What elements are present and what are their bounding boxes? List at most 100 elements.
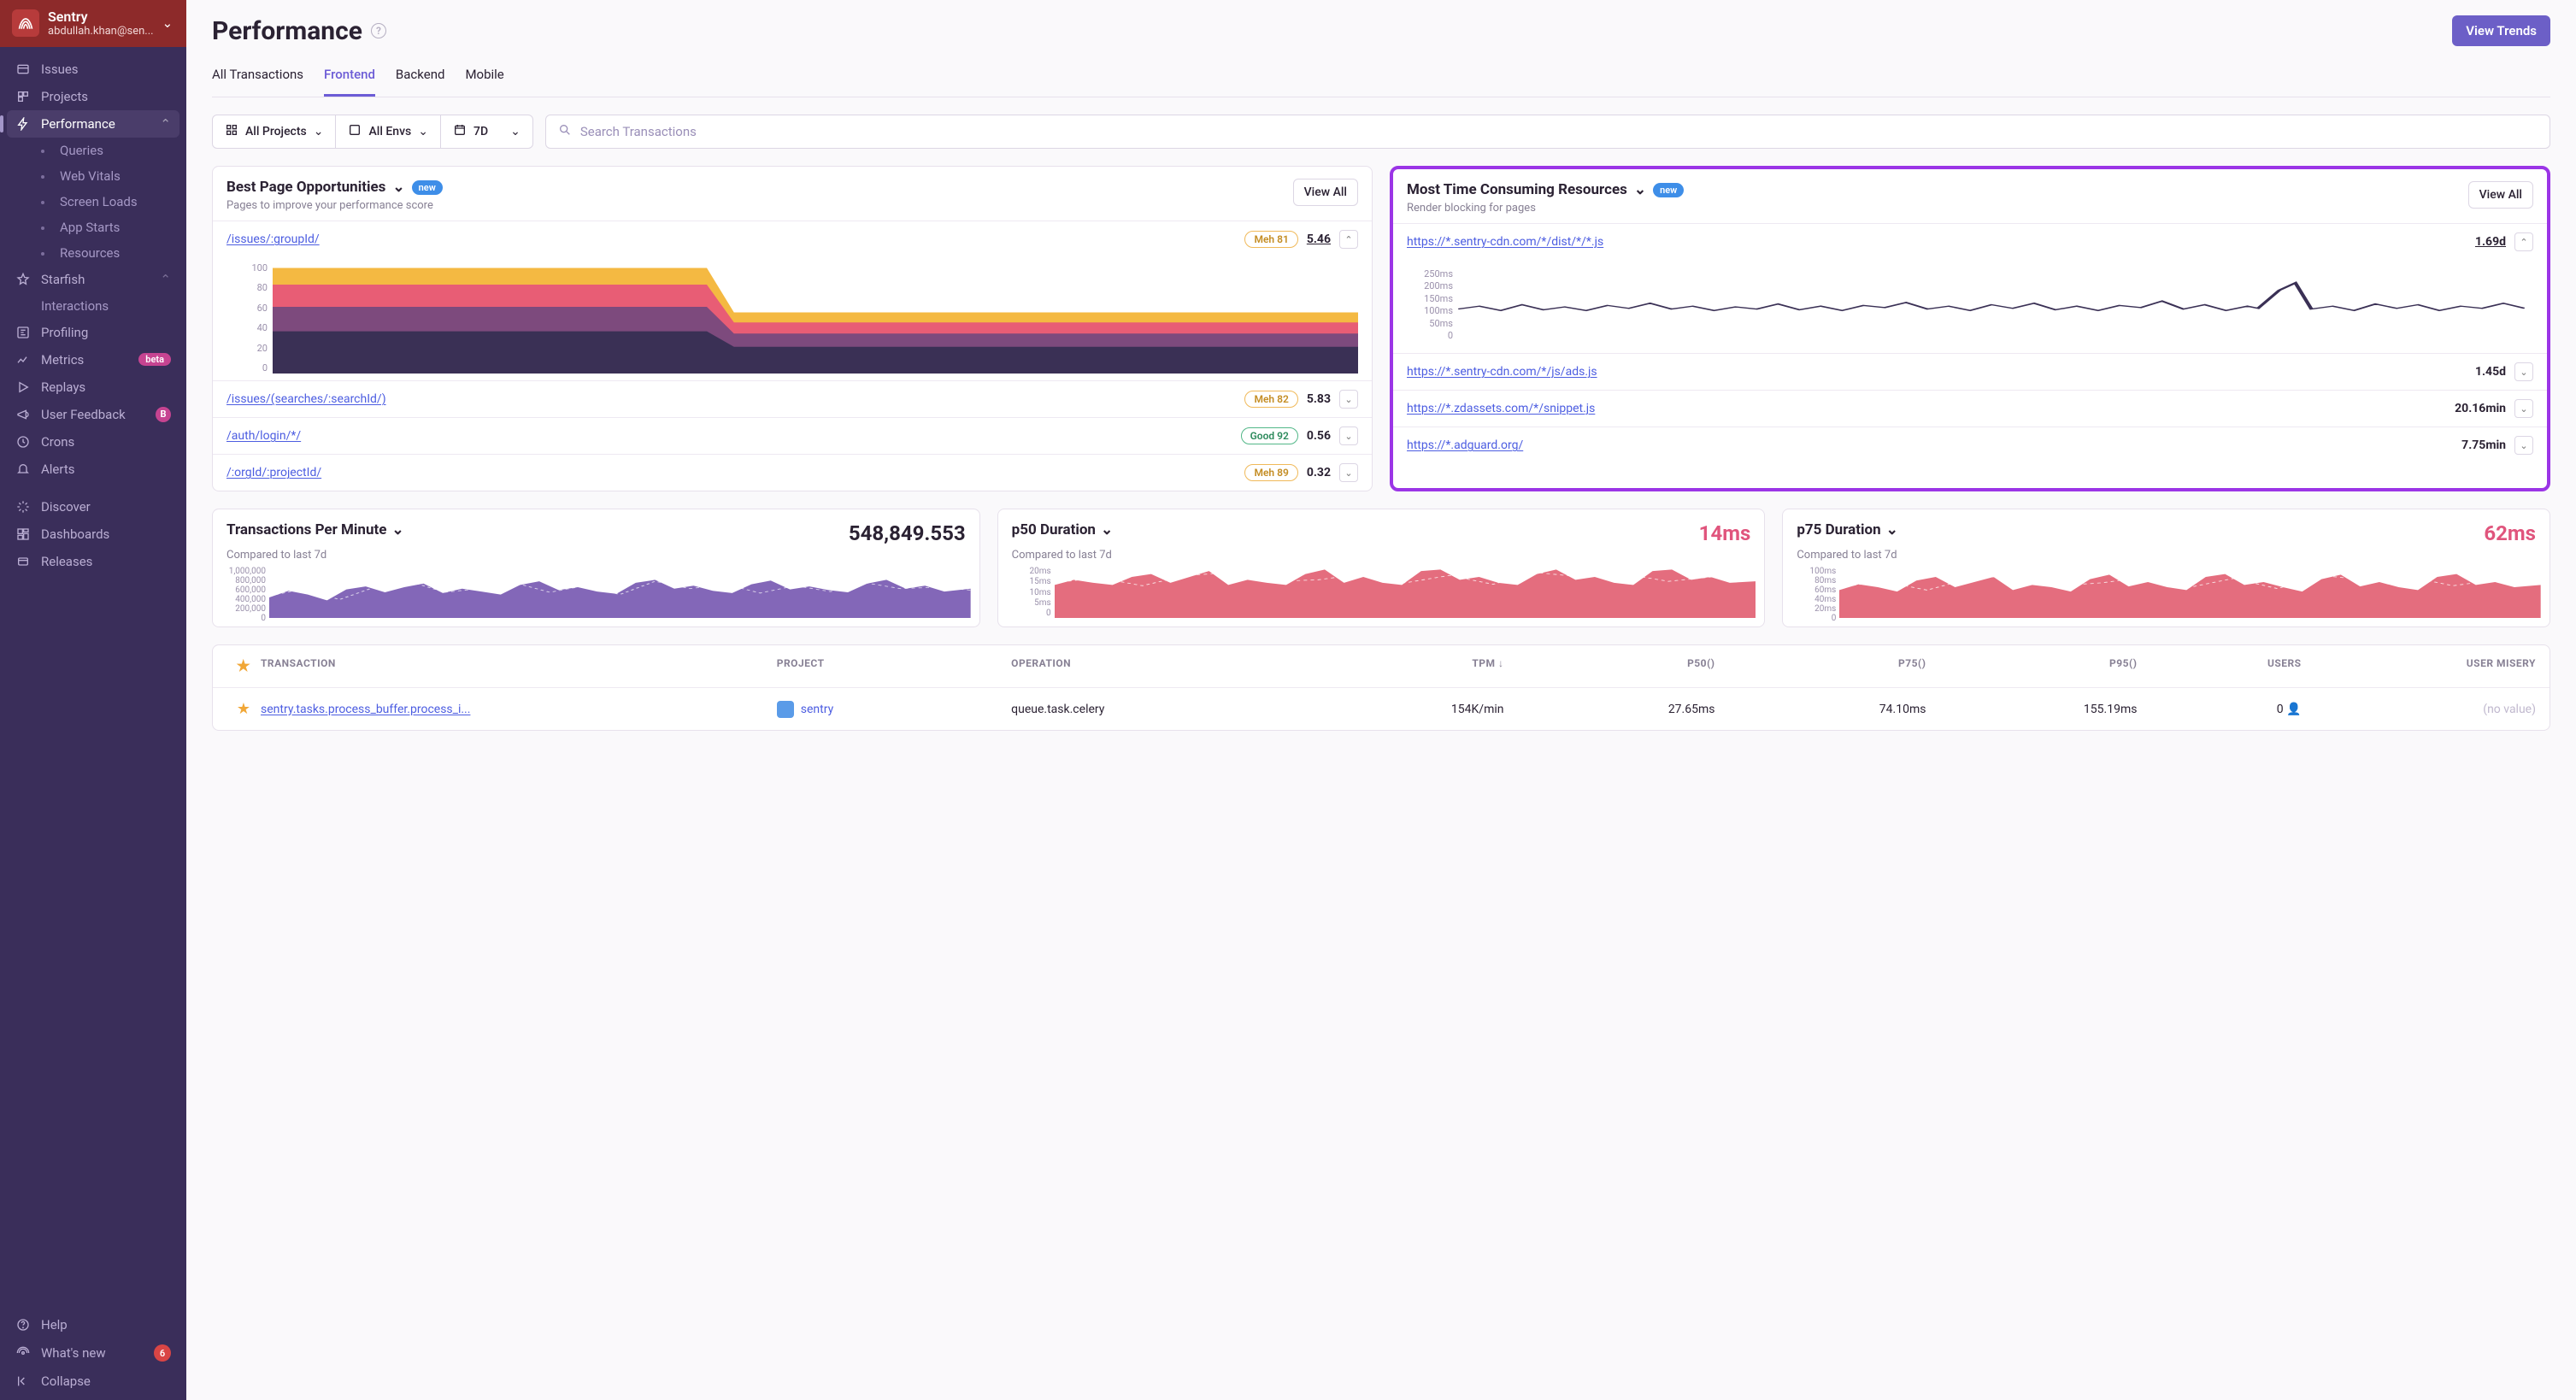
sidebar-label: Profiling	[41, 325, 88, 340]
resource-link[interactable]: https://*.adguard.org/	[1407, 438, 1523, 452]
bell-icon	[15, 462, 31, 477]
stat-title[interactable]: p50 Duration⌄	[1012, 521, 1114, 538]
score-badge: Good 92	[1241, 427, 1298, 444]
tabs: All Transactions Frontend Backend Mobile	[212, 58, 2550, 97]
sidebar-item-releases[interactable]: Releases	[0, 548, 186, 575]
resource-chart: 250ms 200ms 150ms 100ms 50ms 0	[1393, 260, 2547, 353]
transaction-link[interactable]: sentry.tasks.process_buffer.process_i...	[261, 703, 777, 716]
col-operation[interactable]: OPERATION	[1011, 657, 1292, 675]
resource-row: https://*.zdassets.com/*/snippet.js 20.1…	[1393, 390, 2547, 426]
view-all-button[interactable]: View All	[1293, 179, 1358, 206]
chevron-down-icon: ⌄	[1634, 181, 1646, 198]
sidebar-label: Dashboards	[41, 526, 109, 542]
search-transactions[interactable]	[545, 115, 2550, 149]
tpm-value: 548,849.553	[849, 521, 966, 545]
opportunity-link[interactable]: /issues/(searches/:searchId/)	[226, 392, 386, 406]
chevron-down-icon: ⌄	[391, 521, 403, 538]
view-all-button[interactable]: View All	[2468, 181, 2533, 209]
col-transaction[interactable]: TRANSACTION	[261, 657, 777, 675]
help-icon	[15, 1317, 31, 1332]
tab-all-transactions[interactable]: All Transactions	[212, 58, 303, 97]
tab-backend[interactable]: Backend	[396, 58, 445, 97]
expand-button[interactable]: ⌄	[2514, 399, 2533, 418]
search-icon	[558, 123, 572, 140]
sidebar-sub-webvitals[interactable]: Web Vitals	[0, 163, 186, 189]
col-users[interactable]: USERS	[2137, 657, 2301, 675]
expand-button[interactable]: ⌄	[1339, 463, 1358, 482]
sidebar-sub-queries[interactable]: Queries	[0, 138, 186, 163]
sidebar-item-performance[interactable]: Performance ⌃	[7, 110, 179, 138]
operation-cell: queue.task.celery	[1011, 703, 1292, 716]
sidebar-item-crons[interactable]: Crons	[0, 428, 186, 456]
sidebar-sub-appstarts[interactable]: App Starts	[0, 215, 186, 240]
p50-value: 14ms	[1699, 521, 1751, 545]
sidebar-sub-interactions[interactable]: Interactions	[0, 293, 186, 319]
b-badge: B	[156, 407, 171, 422]
sidebar-item-alerts[interactable]: Alerts	[0, 456, 186, 483]
stat-title[interactable]: Transactions Per Minute⌄	[226, 521, 404, 538]
p50-cell: 27.65ms	[1503, 703, 1714, 716]
expand-button[interactable]: ⌄	[2514, 362, 2533, 381]
project-cell[interactable]: sentry	[777, 701, 1011, 718]
expand-button[interactable]: ⌄	[2514, 436, 2533, 455]
sidebar-item-issues[interactable]: Issues	[0, 56, 186, 83]
expand-button[interactable]: ⌄	[1339, 390, 1358, 409]
new-badge: new	[412, 180, 443, 195]
sidebar-item-collapse[interactable]: Collapse	[0, 1368, 186, 1395]
opportunity-link[interactable]: /issues/:groupId/	[226, 232, 320, 246]
resource-value: 1.69d	[2475, 235, 2506, 249]
tab-frontend[interactable]: Frontend	[324, 58, 375, 97]
sidebar-item-replays[interactable]: Replays	[0, 374, 186, 401]
panel-title[interactable]: Best Page Opportunities ⌄ new	[226, 179, 443, 196]
period-filter[interactable]: 7D ⌄	[441, 115, 532, 148]
sidebar-sub-screenloads[interactable]: Screen Loads	[0, 189, 186, 215]
help-icon[interactable]: ?	[371, 23, 386, 38]
projects-filter[interactable]: All Projects ⌄	[213, 115, 336, 148]
view-trends-button[interactable]: View Trends	[2452, 15, 2550, 46]
sidebar-item-whatsnew[interactable]: What's new 6	[0, 1338, 186, 1368]
col-tpm[interactable]: TPM ↓	[1293, 657, 1504, 675]
col-misery[interactable]: USER MISERY	[2302, 657, 2536, 675]
sidebar-item-user-feedback[interactable]: User Feedback B	[0, 401, 186, 428]
resource-link[interactable]: https://*.sentry-cdn.com/*/dist/*/*.js	[1407, 235, 1603, 249]
resource-link[interactable]: https://*.sentry-cdn.com/*/js/ads.js	[1407, 365, 1597, 379]
play-icon	[15, 379, 31, 395]
opportunity-value: 5.83	[1307, 392, 1331, 406]
resource-link[interactable]: https://*.zdassets.com/*/snippet.js	[1407, 402, 1595, 415]
col-p95[interactable]: P95()	[1926, 657, 2137, 675]
collapse-button[interactable]: ⌃	[1339, 230, 1358, 249]
table-row: ★ sentry.tasks.process_buffer.process_i.…	[213, 688, 2550, 730]
p95-cell: 155.19ms	[1926, 703, 2137, 716]
sidebar-label: Performance	[41, 116, 115, 132]
stat-subtitle: Compared to last 7d	[213, 549, 979, 567]
new-badge: new	[1653, 183, 1684, 197]
stat-title[interactable]: p75 Duration⌄	[1797, 521, 1898, 538]
sidebar-item-metrics[interactable]: Metrics beta	[0, 346, 186, 374]
opportunity-link[interactable]: /:orgId/:projectId/	[226, 466, 321, 479]
chevron-down-icon: ⌄	[1886, 521, 1898, 538]
org-picker[interactable]: Sentry abdullah.khan@sen... ⌄	[0, 0, 186, 47]
opportunity-link[interactable]: /auth/login/*/	[226, 429, 301, 443]
collapse-button[interactable]: ⌃	[2514, 232, 2533, 251]
expand-button[interactable]: ⌄	[1339, 426, 1358, 445]
col-project[interactable]: PROJECT	[777, 657, 1011, 675]
envs-filter[interactable]: All Envs ⌄	[336, 115, 441, 148]
sidebar-item-projects[interactable]: Projects	[0, 83, 186, 110]
dashboard-icon	[15, 526, 31, 542]
search-input[interactable]	[580, 124, 2538, 139]
sidebar-sub-resources[interactable]: Resources	[0, 240, 186, 266]
col-p50[interactable]: P50()	[1503, 657, 1714, 675]
sidebar-item-profiling[interactable]: Profiling	[0, 319, 186, 346]
col-p75[interactable]: P75()	[1714, 657, 1926, 675]
sidebar-item-dashboards[interactable]: Dashboards	[0, 521, 186, 548]
sidebar-item-starfish[interactable]: Starfish ⌃	[0, 266, 186, 293]
star-toggle[interactable]: ★	[237, 700, 250, 718]
releases-icon	[15, 554, 31, 569]
sidebar-item-help[interactable]: Help	[0, 1311, 186, 1338]
sidebar-label: Collapse	[41, 1374, 91, 1389]
sidebar-item-discover[interactable]: Discover	[0, 493, 186, 521]
star-icon[interactable]: ★	[237, 657, 251, 675]
tab-mobile[interactable]: Mobile	[465, 58, 503, 97]
chevron-up-icon: ⌃	[160, 272, 171, 287]
panel-title[interactable]: Most Time Consuming Resources ⌄ new	[1407, 181, 1684, 198]
